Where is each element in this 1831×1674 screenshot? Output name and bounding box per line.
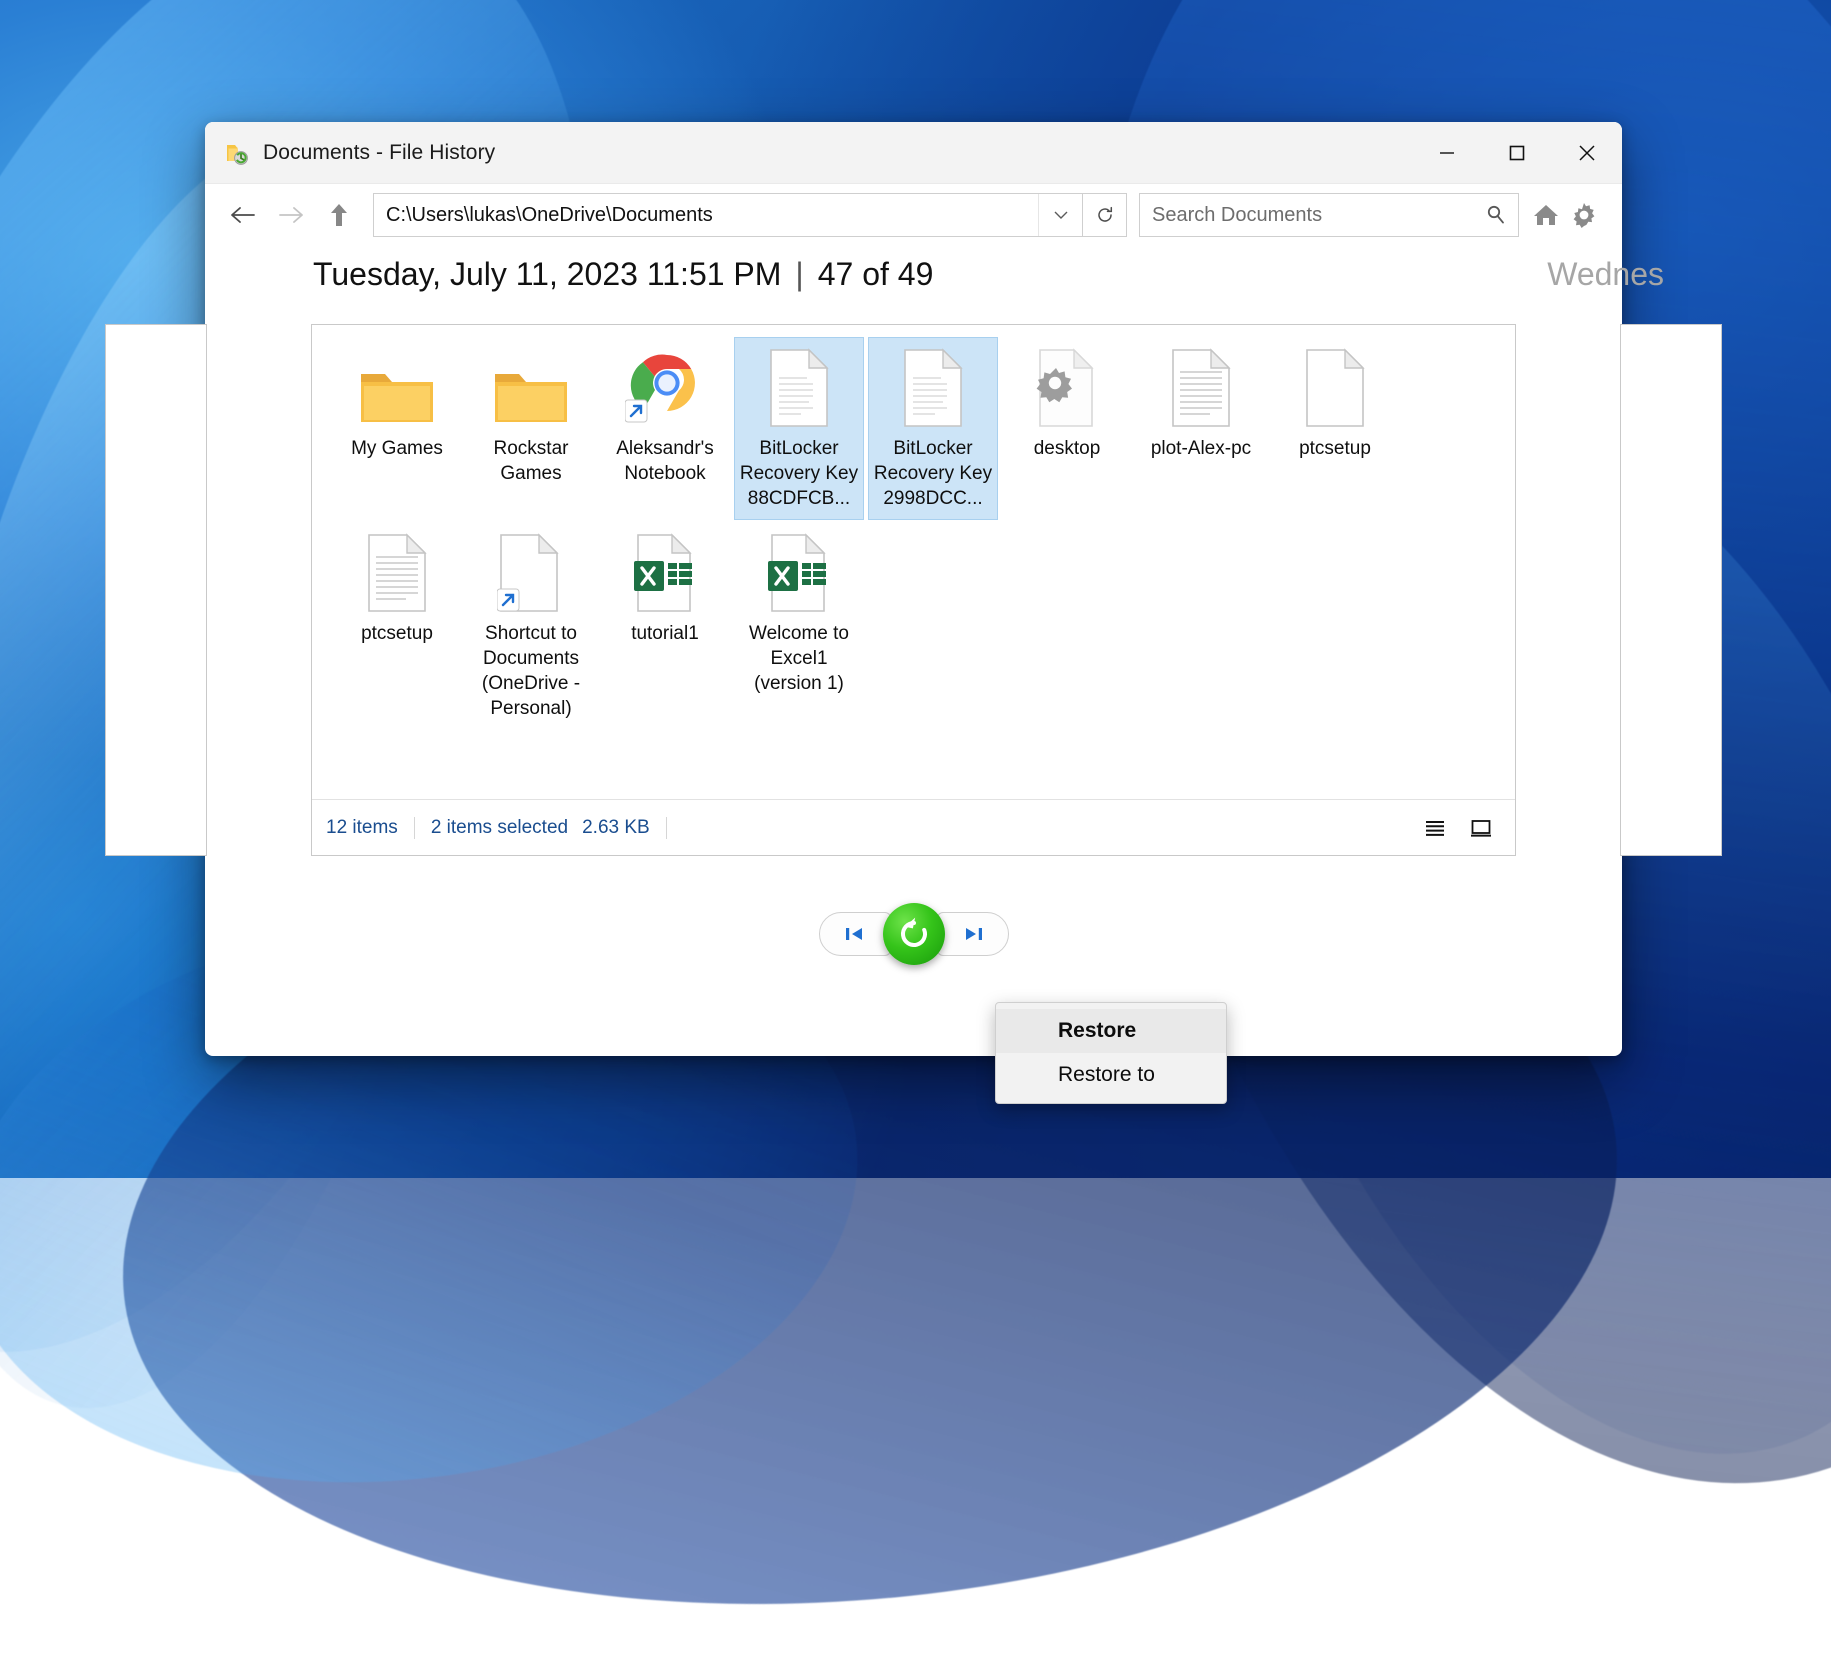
gear-icon[interactable] bbox=[1567, 198, 1601, 232]
version-date: Tuesday, July 11, 2023 11:51 PM bbox=[313, 256, 782, 292]
chrome-shortcut-icon bbox=[625, 344, 705, 428]
file-name-label: plot-Alex-pc bbox=[1150, 438, 1252, 459]
file-tile[interactable]: Welcome to Excel1 (version 1) bbox=[734, 522, 864, 730]
back-button[interactable] bbox=[219, 193, 267, 237]
search-input[interactable]: Search Documents bbox=[1140, 204, 1474, 227]
file-tile[interactable]: BitLocker Recovery Key 88CDFCB... bbox=[734, 337, 864, 521]
file-name-label: Shortcut to Documents (OneDrive - Person… bbox=[481, 623, 581, 720]
settings-file-icon bbox=[1032, 344, 1102, 428]
file-name-label: BitLocker Recovery Key 2998DCC... bbox=[873, 438, 993, 510]
restore-button[interactable] bbox=[882, 903, 945, 965]
file-tile[interactable]: Aleksandr's Notebook bbox=[600, 337, 730, 520]
file-name-label: My Games bbox=[351, 438, 443, 459]
list-view-icon[interactable] bbox=[1415, 810, 1455, 846]
context-menu: Restore Restore to bbox=[995, 1002, 1227, 1104]
text-lines-file-icon bbox=[1169, 344, 1233, 428]
file-list-pane: My Games Rockstar Games Aleksandr's Note… bbox=[311, 324, 1516, 856]
previous-version-button[interactable] bbox=[818, 912, 891, 956]
context-menu-item[interactable]: Restore to bbox=[996, 1053, 1226, 1097]
tile-view-icon[interactable] bbox=[1461, 810, 1501, 846]
status-divider bbox=[413, 816, 415, 839]
status-divider bbox=[665, 816, 667, 839]
title-bar: Documents - File History bbox=[205, 122, 1622, 184]
item-count: 12 items bbox=[326, 816, 398, 838]
file-name-label: ptcsetup bbox=[1299, 438, 1371, 459]
blank-file-icon bbox=[1303, 344, 1367, 428]
file-name-label: desktop bbox=[1033, 438, 1101, 459]
refresh-button[interactable] bbox=[1083, 193, 1127, 237]
maximize-button[interactable] bbox=[1482, 122, 1552, 184]
excel-file-icon bbox=[766, 529, 832, 613]
toolbar-right-icons bbox=[1529, 198, 1609, 232]
file-name-label: Welcome to Excel1 (version 1) bbox=[749, 623, 849, 695]
version-counter: 47 of 49 bbox=[817, 256, 934, 292]
file-name-label: tutorial1 bbox=[631, 623, 699, 645]
text-file-icon bbox=[901, 344, 965, 428]
file-history-window: Documents - File History C:\Users\lukas\… bbox=[105, 122, 1722, 1104]
home-icon[interactable] bbox=[1529, 198, 1563, 232]
file-tile[interactable]: plot-Alex-pc bbox=[1136, 337, 1266, 520]
file-tile[interactable]: BitLocker Recovery Key 2998DCC... bbox=[868, 337, 998, 521]
previous-version-pane[interactable] bbox=[105, 324, 207, 856]
version-panes: My Games Rockstar Games Aleksandr's Note… bbox=[105, 324, 1722, 884]
file-tile[interactable]: Rockstar Games bbox=[466, 337, 596, 520]
folder-icon bbox=[358, 344, 436, 428]
window-title: Documents - File History bbox=[263, 140, 496, 164]
search-icon[interactable] bbox=[1474, 203, 1518, 227]
file-tile[interactable]: ptcsetup bbox=[332, 522, 462, 730]
search-box[interactable]: Search Documents bbox=[1139, 193, 1519, 237]
close-button[interactable] bbox=[1552, 122, 1622, 184]
chevron-down-icon[interactable] bbox=[1038, 194, 1082, 236]
context-menu-item[interactable]: Restore bbox=[996, 1009, 1226, 1053]
navigation-toolbar: C:\Users\lukas\OneDrive\Documents Search… bbox=[205, 184, 1622, 246]
up-button[interactable] bbox=[315, 193, 363, 237]
address-input[interactable]: C:\Users\lukas\OneDrive\Documents bbox=[374, 204, 1038, 227]
file-grid: My Games Rockstar Games Aleksandr's Note… bbox=[312, 325, 1515, 799]
file-name-label: Aleksandr's Notebook bbox=[616, 438, 714, 485]
file-name-label: BitLocker Recovery Key 88CDFCB... bbox=[739, 438, 859, 510]
date-line: Tuesday, July 11, 2023 11:51 PM | 47 of 49 bbox=[313, 256, 933, 293]
address-bar[interactable]: C:\Users\lukas\OneDrive\Documents bbox=[373, 193, 1083, 237]
file-tile[interactable]: Shortcut to Documents (OneDrive - Person… bbox=[466, 522, 596, 730]
next-version-button[interactable] bbox=[936, 912, 1009, 956]
folder-clock-icon bbox=[225, 140, 251, 166]
minimize-button[interactable] bbox=[1412, 122, 1482, 184]
selection-count: 2 items selected bbox=[430, 816, 569, 838]
file-name-label: Rockstar Games bbox=[493, 438, 569, 485]
text-lines-file-icon bbox=[365, 529, 429, 613]
file-tile[interactable]: tutorial1 bbox=[600, 522, 730, 730]
file-tile[interactable]: My Games bbox=[332, 337, 462, 520]
excel-file-icon bbox=[632, 529, 698, 613]
next-version-pane[interactable] bbox=[1620, 324, 1722, 856]
file-tile[interactable]: ptcsetup bbox=[1270, 337, 1400, 520]
selection-size: 2.63 KB bbox=[582, 816, 650, 838]
file-name-label: ptcsetup bbox=[361, 623, 433, 645]
next-version-date: Wednes bbox=[1547, 256, 1664, 292]
status-bar: 12 items 2 items selected 2.63 KB bbox=[312, 799, 1515, 855]
text-file-icon bbox=[767, 344, 831, 428]
view-mode-buttons bbox=[1415, 810, 1501, 846]
folder-icon bbox=[492, 344, 570, 428]
file-tile[interactable]: desktop bbox=[1002, 337, 1132, 520]
date-separator: | bbox=[795, 256, 804, 292]
window-controls bbox=[1412, 122, 1622, 184]
version-navigation bbox=[205, 884, 1622, 984]
version-date-header: Tuesday, July 11, 2023 11:51 PM | 47 of 49… bbox=[205, 246, 1664, 324]
file-shortcut-icon bbox=[497, 529, 565, 613]
forward-button[interactable] bbox=[267, 193, 315, 237]
